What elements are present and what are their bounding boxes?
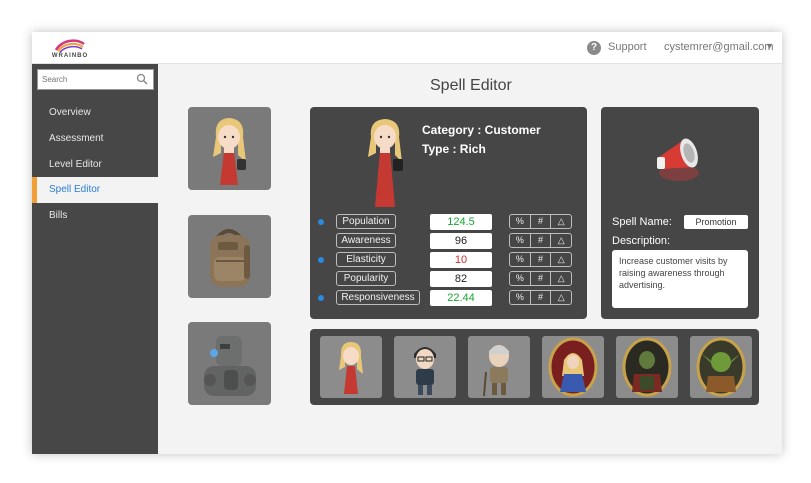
bullet-dot <box>318 219 324 225</box>
portrait-soldier-icon <box>622 337 672 397</box>
number-button[interactable]: # <box>529 291 551 304</box>
stat-label: Popularity <box>336 271 396 286</box>
percent-button[interactable]: % <box>510 215 530 228</box>
bullet-dot <box>318 295 324 301</box>
delta-button[interactable]: △ <box>550 253 571 266</box>
old-man-icon <box>483 345 509 397</box>
character-strip <box>310 329 759 405</box>
character-slot[interactable] <box>394 336 456 398</box>
sidebar-item-spell-editor[interactable]: Spell Editor <box>32 177 158 203</box>
top-bar: WRAINBO ? Support cystemrer@gmail.com ▼ <box>32 32 782 64</box>
percent-button[interactable]: % <box>510 234 530 247</box>
stat-label: Elasticity <box>336 252 396 267</box>
stat-value-field[interactable]: 96 <box>430 233 492 249</box>
user-email[interactable]: cystemrer@gmail.com <box>664 41 774 53</box>
character-slot[interactable] <box>542 336 604 398</box>
type-text: Type : Rich <box>422 142 486 156</box>
girl-character-icon <box>339 342 363 394</box>
app-window: WRAINBO ? Support cystemrer@gmail.com ▼ … <box>32 32 782 454</box>
sidebar-item-level-editor[interactable]: Level Editor <box>32 152 158 178</box>
robot-icon <box>204 336 256 396</box>
girl-character-icon <box>213 118 246 185</box>
backpack-icon <box>210 229 250 287</box>
percent-button[interactable]: % <box>510 272 530 285</box>
portrait-goblin-icon <box>696 337 746 397</box>
customer-panel: Category : Customer Type : Rich Populati… <box>310 107 587 319</box>
percent-button[interactable]: % <box>510 253 530 266</box>
portrait-girl-icon <box>548 337 598 397</box>
bullet-dot <box>318 257 324 263</box>
stat-row: Elasticity 10 % # △ <box>310 252 587 268</box>
delta-button[interactable]: △ <box>550 272 571 285</box>
glasses-boy-icon <box>414 347 436 395</box>
sidebar-item-overview[interactable]: Overview <box>32 100 158 126</box>
spell-panel: Spell Name: Description: Increase custom… <box>601 107 759 319</box>
stat-row: Population 124.5 % # △ <box>310 214 587 230</box>
character-slot[interactable] <box>616 336 678 398</box>
page-title: Spell Editor <box>430 77 512 94</box>
number-button[interactable]: # <box>529 215 551 228</box>
stat-row: Popularity 82 % # △ <box>310 271 587 287</box>
stat-mode-buttons: % # △ <box>509 271 572 286</box>
character-slot[interactable] <box>468 336 530 398</box>
stat-label: Population <box>336 214 396 229</box>
stat-mode-buttons: % # △ <box>509 252 572 267</box>
character-slot[interactable] <box>320 336 382 398</box>
support-link[interactable]: Support <box>608 41 647 53</box>
stat-mode-buttons: % # △ <box>509 214 572 229</box>
description-textarea[interactable]: Increase customer visits by raising awar… <box>612 250 748 308</box>
search-box <box>37 69 154 90</box>
stat-mode-buttons: % # △ <box>509 290 572 305</box>
percent-button[interactable]: % <box>510 291 530 304</box>
stat-value-field[interactable]: 82 <box>430 271 492 287</box>
thumbnail-robot[interactable] <box>188 322 271 405</box>
number-button[interactable]: # <box>529 272 551 285</box>
spell-name-label: Spell Name: <box>612 216 672 228</box>
number-button[interactable]: # <box>529 253 551 266</box>
thumbnail-backpack[interactable] <box>188 215 271 298</box>
stat-value-field[interactable]: 10 <box>430 252 492 268</box>
sidebar-item-assessment[interactable]: Assessment <box>32 126 158 152</box>
chevron-down-icon[interactable]: ▼ <box>765 41 774 51</box>
megaphone-icon <box>657 138 699 181</box>
character-slot[interactable] <box>690 336 752 398</box>
sidebar: Overview Assessment Level Editor Spell E… <box>32 64 158 454</box>
logo-text: WRAINBO <box>51 53 89 59</box>
stat-value-field[interactable]: 22.44 <box>430 290 492 306</box>
wrainbo-logo[interactable]: WRAINBO <box>50 36 90 62</box>
logo-swoosh-icon <box>54 39 85 53</box>
stat-label: Responsiveness <box>336 290 420 305</box>
description-label: Description: <box>612 235 671 247</box>
girl-character-icon <box>368 119 403 207</box>
stat-mode-buttons: % # △ <box>509 233 572 248</box>
spell-name-input[interactable] <box>684 215 748 229</box>
delta-button[interactable]: △ <box>550 234 571 247</box>
search-icon[interactable] <box>136 73 148 85</box>
sidebar-item-bills[interactable]: Bills <box>32 203 158 229</box>
thumbnail-girl[interactable] <box>188 107 271 190</box>
category-text: Category : Customer <box>422 123 541 137</box>
stat-row: Awareness 96 % # △ <box>310 233 587 249</box>
help-icon[interactable]: ? <box>587 41 601 55</box>
stat-value-field[interactable]: 124.5 <box>430 214 492 230</box>
number-button[interactable]: # <box>529 234 551 247</box>
stat-row: Responsiveness 22.44 % # △ <box>310 290 587 306</box>
search-input[interactable] <box>42 72 132 87</box>
delta-button[interactable]: △ <box>550 291 571 304</box>
delta-button[interactable]: △ <box>550 215 571 228</box>
stat-label: Awareness <box>336 233 396 248</box>
